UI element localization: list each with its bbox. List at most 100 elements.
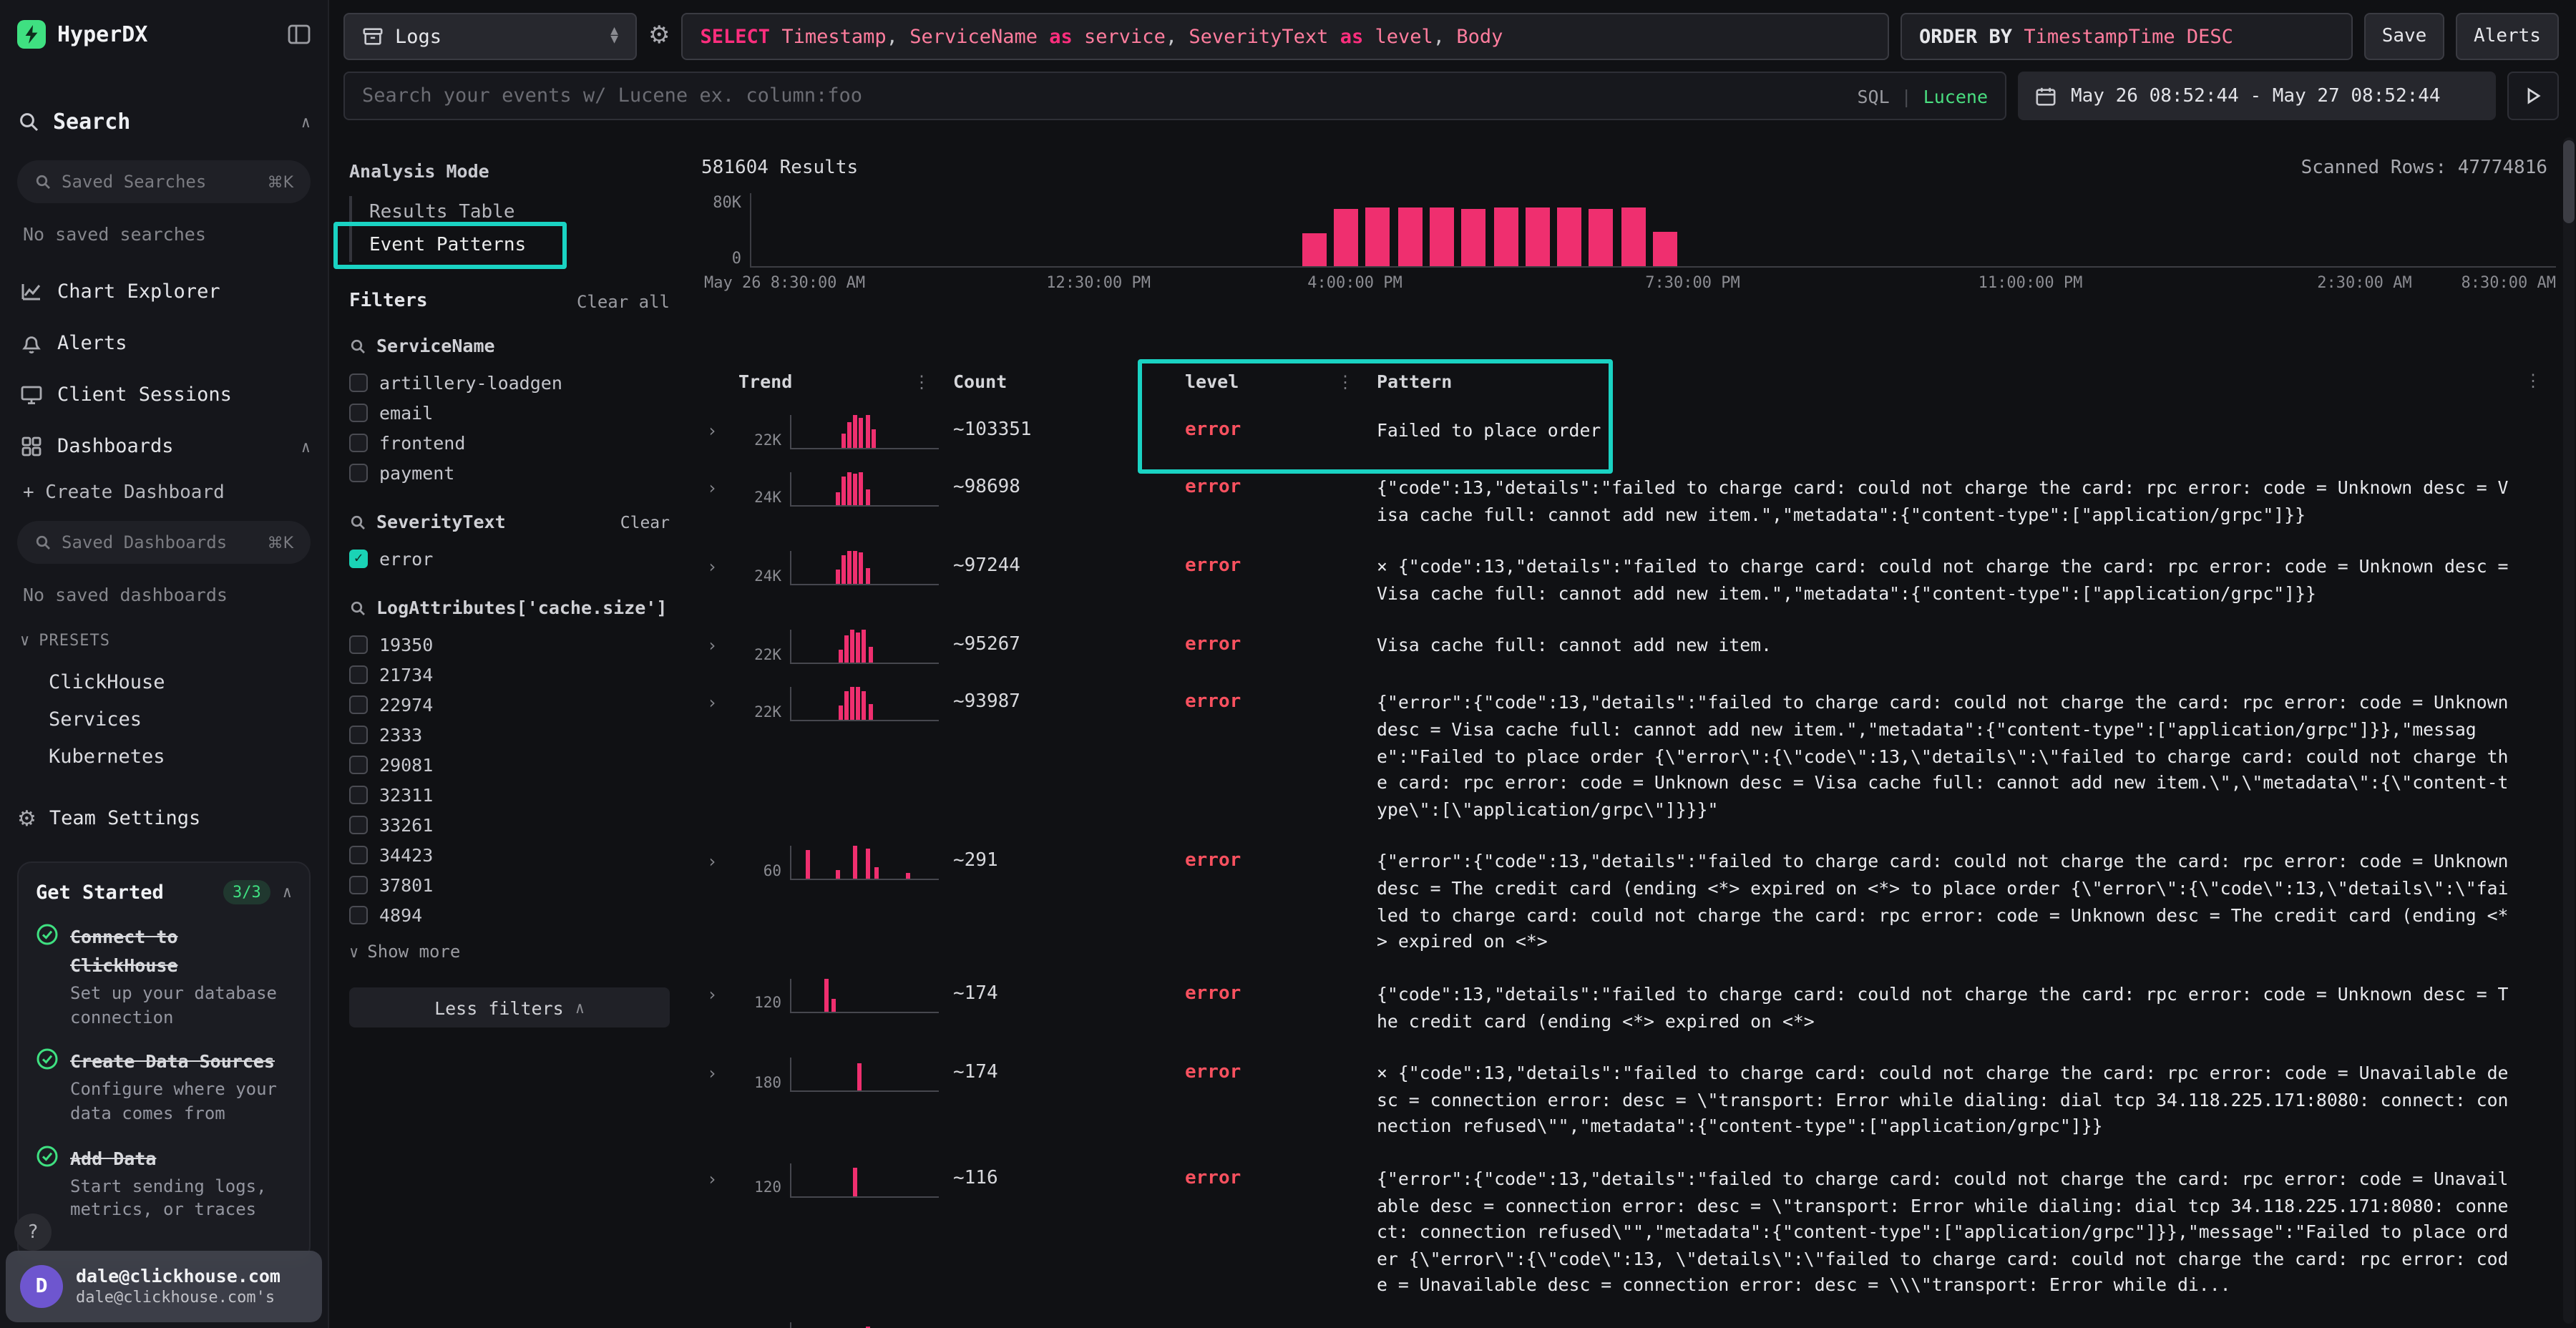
checkbox[interactable] <box>349 635 368 654</box>
filter-option[interactable]: 4894 <box>349 900 670 930</box>
clear-all-filters-link[interactable]: Clear all <box>577 291 670 311</box>
alerts-button[interactable]: Alerts <box>2456 13 2559 60</box>
show-more-link[interactable]: ∨ Show more <box>349 942 670 962</box>
source-select[interactable]: Logs ▲▼ <box>343 13 637 60</box>
filter-option[interactable]: payment <box>349 458 670 488</box>
mode-event-patterns[interactable]: Event Patterns <box>352 229 526 262</box>
expand-row-icon[interactable]: › <box>701 554 717 577</box>
checkbox[interactable] <box>349 756 368 774</box>
saved-searches-input[interactable]: Saved Searches ⌘K <box>17 160 311 203</box>
pattern-cell[interactable]: {"error":{"code":13,"details":"failed to… <box>1377 1163 2524 1299</box>
chevron-up-icon[interactable]: ∧ <box>301 112 311 131</box>
create-dashboard-button[interactable]: + Create Dashboard <box>23 482 311 504</box>
pattern-cell[interactable]: × {"code":13,"details":"failed to charge… <box>1377 1058 2524 1141</box>
pattern-cell[interactable]: {"code":13,"details":"failed to charge c… <box>1377 472 2524 528</box>
expand-row-icon[interactable]: › <box>701 1325 717 1328</box>
saved-dashboards-input[interactable]: Saved Dashboards ⌘K <box>17 521 311 564</box>
histogram-bar[interactable] <box>1493 207 1518 266</box>
pattern-cell[interactable]: × {"code":13,"details":"failed to charge… <box>1377 1322 2524 1328</box>
checkbox[interactable] <box>349 786 368 804</box>
chevron-up-icon[interactable]: ∧ <box>283 883 292 902</box>
expand-row-icon[interactable]: › <box>701 1166 717 1189</box>
expand-row-icon[interactable]: › <box>701 1060 717 1083</box>
checkbox[interactable] <box>349 434 368 452</box>
checkbox[interactable] <box>349 695 368 714</box>
pattern-row[interactable]: › 60 ~291 error {"error":{"code":13,"det… <box>701 846 2556 956</box>
sidebar-item-chart-explorer[interactable]: Chart Explorer <box>17 270 311 313</box>
pattern-row[interactable]: › 180 ~174 error × {"code":13,"details":… <box>701 1058 2556 1141</box>
team-settings-link[interactable]: ⚙ Team Settings <box>17 807 311 830</box>
run-search-button[interactable] <box>2507 72 2559 120</box>
checkbox[interactable] <box>349 464 368 482</box>
filter-option[interactable]: error <box>349 544 670 574</box>
pattern-cell[interactable]: × {"code":13,"details":"failed to charge… <box>1377 551 2524 607</box>
checkbox[interactable] <box>349 816 368 834</box>
expand-row-icon[interactable]: › <box>701 690 717 713</box>
mode-results-table[interactable]: Results Table <box>352 196 670 229</box>
event-search-bar[interactable]: SQL | Lucene <box>343 72 2006 120</box>
source-settings-gear-icon[interactable]: ⚙ <box>648 24 670 49</box>
checkbox[interactable] <box>349 906 368 924</box>
mode-toggle-sql[interactable]: SQL <box>1857 85 1889 107</box>
filter-option[interactable]: email <box>349 398 670 428</box>
pattern-row[interactable]: › 22K ~95267 error Visa cache full: cann… <box>701 630 2556 665</box>
preset-clickhouse[interactable]: ClickHouse <box>17 664 311 701</box>
histogram-bar[interactable] <box>1397 208 1422 266</box>
histogram-bar[interactable] <box>1557 207 1581 266</box>
order-by-editor[interactable]: ORDER BY TimestampTime DESC <box>1901 13 2353 60</box>
results-histogram[interactable]: 80K 0 <box>701 193 2556 268</box>
sql-select-editor[interactable]: SELECT Timestamp, ServiceName as service… <box>682 13 1890 60</box>
user-account-chip[interactable]: D dale@clickhouse.com dale@clickhouse.co… <box>6 1251 322 1322</box>
checkbox[interactable] <box>349 876 368 894</box>
pattern-row[interactable]: › 24K ~97244 error × {"code":13,"details… <box>701 551 2556 607</box>
filter-option[interactable]: 21734 <box>349 660 670 690</box>
get-started-item[interactable]: Create Data SourcesConfigure where your … <box>36 1047 292 1126</box>
checkbox[interactable] <box>349 846 368 864</box>
histogram-bar[interactable] <box>1589 209 1614 266</box>
filter-option[interactable]: 37801 <box>349 870 670 900</box>
pattern-row[interactable]: › 60 ~116 error × {"code":13,"details":"… <box>701 1322 2556 1328</box>
save-button[interactable]: Save <box>2364 13 2444 60</box>
sidebar-collapse-icon[interactable] <box>288 24 311 44</box>
column-menu-icon[interactable]: ⋮ <box>1337 371 1354 391</box>
filter-option[interactable]: 33261 <box>349 810 670 840</box>
histogram-bar[interactable] <box>1461 209 1485 266</box>
expand-row-icon[interactable]: › <box>701 849 717 872</box>
pattern-row[interactable]: › 22K ~93987 error {"error":{"code":13,"… <box>701 688 2556 824</box>
search-input[interactable] <box>362 84 1845 107</box>
histogram-bar[interactable] <box>1365 207 1390 266</box>
checkbox[interactable] <box>349 550 368 568</box>
presets-section-toggle[interactable]: ∨ PRESETS <box>20 631 311 650</box>
filter-option[interactable]: 29081 <box>349 750 670 780</box>
histogram-bar[interactable] <box>1334 210 1358 266</box>
column-menu-icon[interactable]: ⋮ <box>913 371 930 391</box>
get-started-item[interactable]: Add DataStart sending logs, metrics, or … <box>36 1143 292 1223</box>
expand-row-icon[interactable]: › <box>701 418 717 441</box>
preset-services[interactable]: Services <box>17 701 311 738</box>
pattern-cell[interactable]: Failed to place order <box>1377 415 2524 444</box>
less-filters-button[interactable]: Less filters ∧ <box>349 987 670 1027</box>
sidebar-item-alerts[interactable]: Alerts <box>17 322 311 365</box>
checkbox[interactable] <box>349 374 368 392</box>
pattern-cell[interactable]: {"error":{"code":13,"details":"failed to… <box>1377 846 2524 956</box>
get-started-item[interactable]: Connect to ClickHouseSet up your databas… <box>36 922 292 1030</box>
filter-option[interactable]: frontend <box>349 428 670 458</box>
checkbox[interactable] <box>349 404 368 422</box>
help-button[interactable]: ? <box>14 1214 52 1251</box>
histogram-bar[interactable] <box>1526 208 1550 266</box>
pattern-row[interactable]: › 120 ~116 error {"error":{"code":13,"de… <box>701 1163 2556 1299</box>
pattern-row[interactable]: › 22K ~103351 error Failed to place orde… <box>701 415 2556 449</box>
filter-option[interactable]: 19350 <box>349 630 670 660</box>
histogram-bar[interactable] <box>1653 232 1677 266</box>
pattern-cell[interactable]: Visa cache full: cannot add new item. <box>1377 630 2524 660</box>
filter-option[interactable]: 34423 <box>349 840 670 870</box>
pattern-cell[interactable]: {"error":{"code":13,"details":"failed to… <box>1377 688 2524 824</box>
pattern-row[interactable]: › 24K ~98698 error {"code":13,"details":… <box>701 472 2556 528</box>
expand-row-icon[interactable]: › <box>701 475 717 498</box>
filter-option[interactable]: 2333 <box>349 720 670 750</box>
search-section-header[interactable]: Search ∧ <box>17 106 311 137</box>
scrollbar-track[interactable] <box>2563 137 2575 1324</box>
column-menu-icon[interactable]: ⋮ <box>2524 371 2556 391</box>
expand-row-icon[interactable]: › <box>701 633 717 656</box>
histogram-bar[interactable] <box>1621 208 1646 266</box>
